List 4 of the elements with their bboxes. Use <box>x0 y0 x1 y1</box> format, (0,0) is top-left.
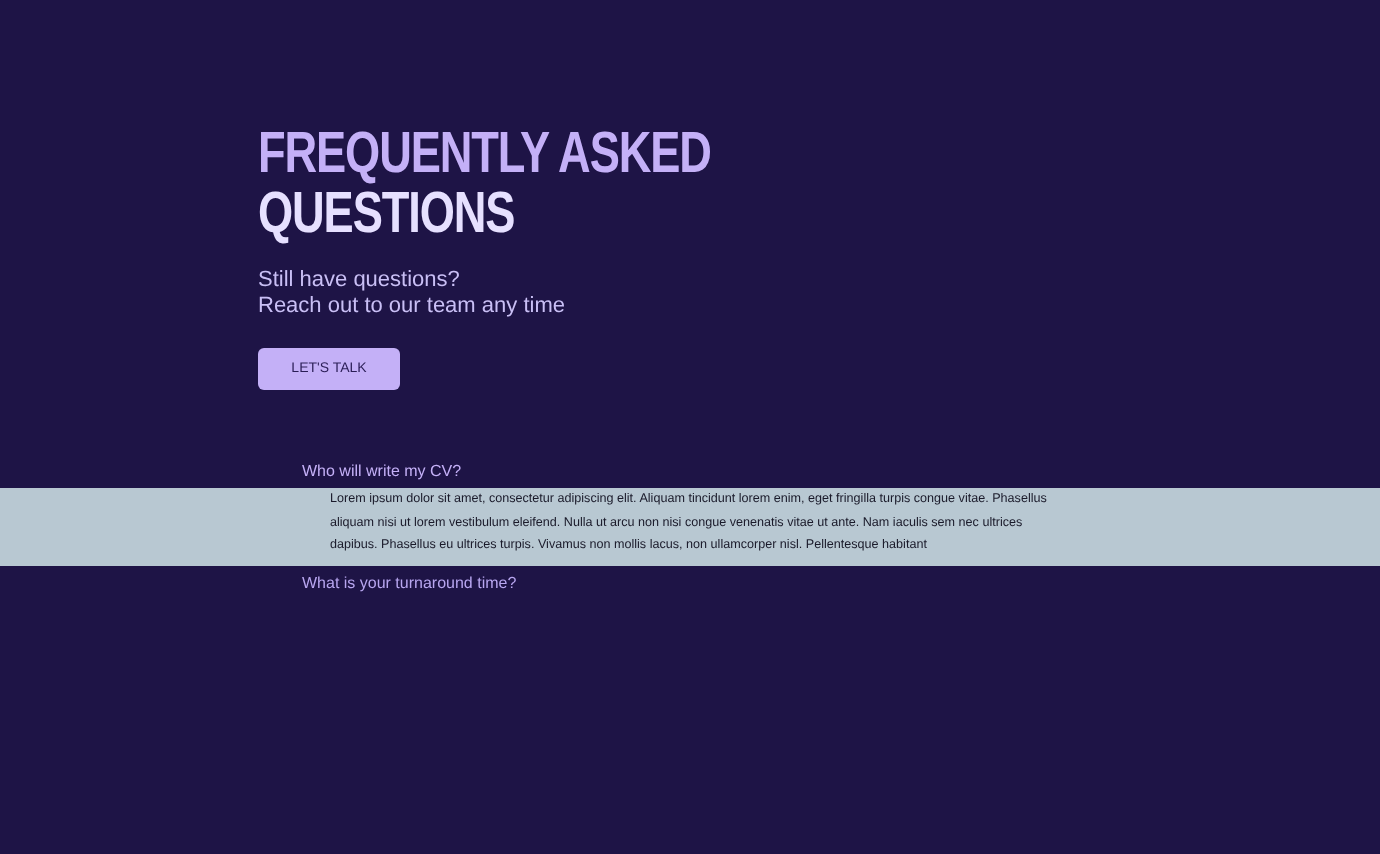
subtitle: Still have questions? Reach out to our team any time <box>258 268 567 320</box>
faq-heading: FREQUENTLY ASKED QUESTIONS <box>258 124 713 244</box>
faq-question[interactable]: Who will write my CV? <box>0 460 1380 484</box>
faq-question[interactable]: What is your turnaround time? <box>0 572 1380 596</box>
